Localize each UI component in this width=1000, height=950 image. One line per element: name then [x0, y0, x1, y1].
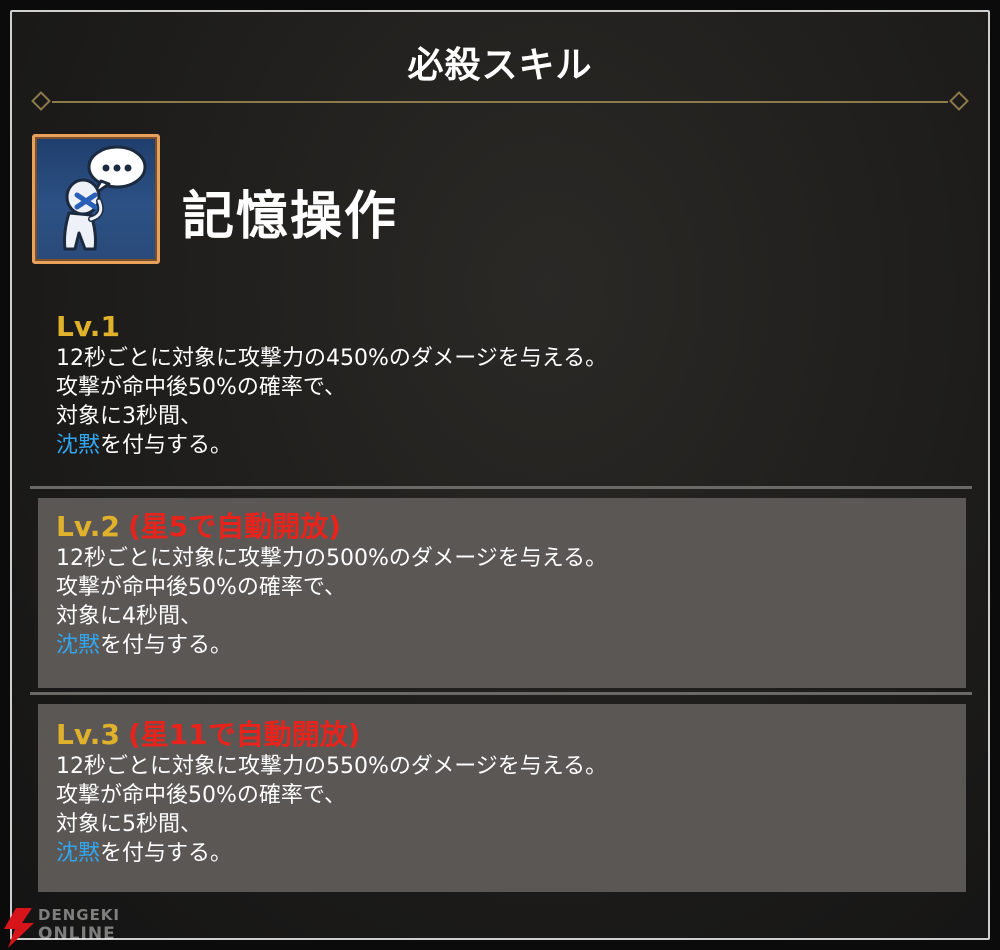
silence-keyword: 沈黙 [56, 433, 101, 458]
skill-level-1: Lv.1 12秒ごとに対象に攻撃力の450%のダメージを与える。 攻撃が命中後5… [56, 310, 607, 460]
level-divider [30, 486, 972, 489]
unlock-condition: (星11で自動開放) [127, 718, 361, 751]
watermark-text-top: DENGEKI [38, 906, 121, 924]
level-heading: Lv.3 (星11で自動開放) [56, 718, 607, 752]
panel-title: 必殺スキル [407, 45, 593, 86]
effect-line: 12秒ごとに対象に攻撃力の500%のダメージを与える。 [56, 546, 608, 571]
watermark-text-bottom: ONLINE [38, 924, 116, 944]
silence-keyword: 沈黙 [56, 633, 101, 658]
effect-line: 攻撃が命中後50%の確率で、 [56, 375, 347, 400]
watermark-logo: DENGEKI ONLINE [0, 904, 130, 950]
effect-line: 攻撃が命中後50%の確率で、 [56, 783, 347, 808]
effect-suffix: を付与する。 [100, 433, 233, 458]
level-heading: Lv.1 [56, 310, 607, 344]
level-label: Lv.2 [56, 510, 120, 543]
effect-suffix: を付与する。 [100, 841, 233, 866]
level-label: Lv.1 [56, 310, 120, 343]
skill-detail-panel: 必殺スキル 記憶操作 Lv.1 12秒ごとに対象に攻撃力の450%のダメージを与… [10, 10, 990, 940]
memory-manipulation-icon [32, 134, 160, 264]
effect-line: 対象に3秒間、 [56, 404, 202, 429]
effect-line: 沈黙を付与する。 [56, 839, 607, 868]
effect-line: 対象に4秒間、 [56, 604, 202, 629]
effect-line: 沈黙を付与する。 [56, 431, 607, 460]
effect-suffix: を付与する。 [100, 633, 233, 658]
skill-icon-art [63, 145, 147, 251]
level-divider [30, 692, 972, 695]
level-heading: Lv.2 (星5で自動開放) [56, 510, 607, 544]
effect-line: 対象に5秒間、 [56, 812, 202, 837]
level-label: Lv.3 [56, 718, 120, 751]
unlock-condition: (星5で自動開放) [127, 510, 342, 543]
divider-ornament-right [949, 91, 969, 111]
lightning-bolt-icon [4, 908, 34, 948]
skill-level-3: Lv.3 (星11で自動開放) 12秒ごとに対象に攻撃力の550%のダメージを与え… [56, 718, 607, 868]
silence-keyword: 沈黙 [56, 841, 101, 866]
skill-level-2: Lv.2 (星5で自動開放) 12秒ごとに対象に攻撃力の500%のダメージを与える… [56, 510, 607, 660]
title-divider [30, 91, 970, 112]
effect-line: 12秒ごとに対象に攻撃力の450%のダメージを与える。 [56, 346, 608, 371]
skill-name: 記憶操作 [182, 187, 399, 247]
divider-ornament-left [31, 91, 51, 111]
effect-line: 沈黙を付与する。 [56, 631, 607, 660]
effect-line: 攻撃が命中後50%の確率で、 [56, 575, 347, 600]
divider-line [52, 101, 948, 103]
effect-line: 12秒ごとに対象に攻撃力の550%のダメージを与える。 [56, 754, 608, 779]
